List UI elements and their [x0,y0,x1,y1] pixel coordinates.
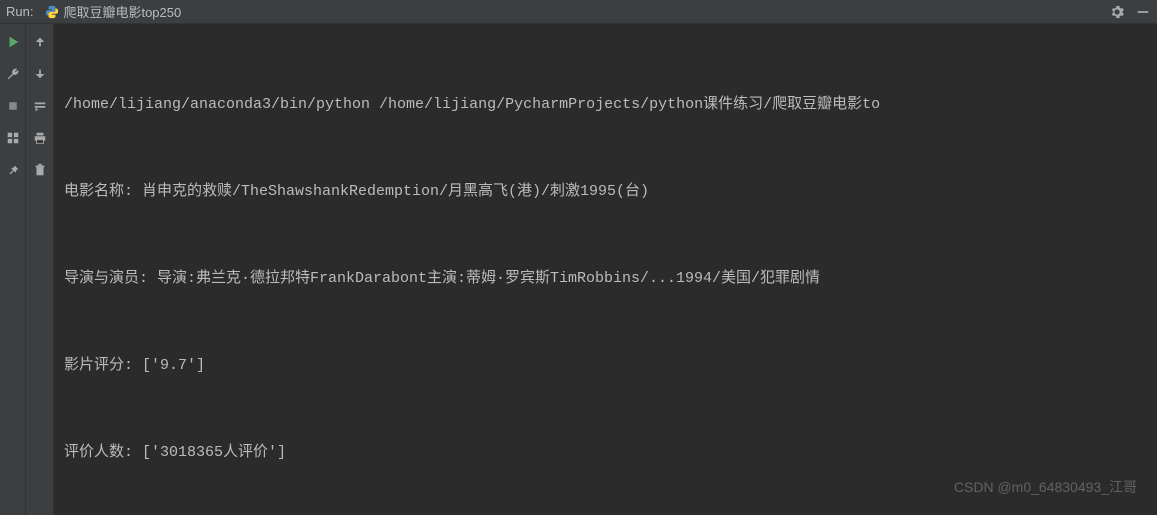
console-line: 影片评分: ['9.7'] [64,351,1147,380]
main-area: /home/lijiang/anaconda3/bin/python /home… [0,24,1157,515]
overflow-icon[interactable] [32,98,48,114]
console-line: 电影名称: 肖申克的救赎/TheShawshankRedemption/月黑高飞… [64,177,1147,206]
left-toolbar-primary [0,24,26,515]
stop-icon[interactable] [5,98,21,114]
print-icon[interactable] [32,130,48,146]
console-line: 导演与演员: 导演:弗兰克·德拉邦特FrankDarabont主演:蒂姆·罗宾斯… [64,264,1147,293]
up-arrow-icon[interactable] [32,34,48,50]
left-toolbar-secondary [26,24,54,515]
console-line: /home/lijiang/anaconda3/bin/python /home… [64,90,1147,119]
run-tool-window-header: Run: 爬取豆瓣电影top250 [0,0,1157,24]
play-icon[interactable] [5,34,21,50]
run-label: Run: [6,4,39,19]
layout-icon[interactable] [5,130,21,146]
wrench-icon[interactable] [5,66,21,82]
down-arrow-icon[interactable] [32,66,48,82]
console-line: 评价人数: ['3018365人评价'] [64,438,1147,467]
tab-label: 爬取豆瓣电影top250 [63,2,181,21]
pin-icon[interactable] [5,162,21,178]
minimize-icon[interactable] [1135,4,1151,20]
header-left: Run: 爬取豆瓣电影top250 [6,2,181,21]
console-output[interactable]: /home/lijiang/anaconda3/bin/python /home… [54,24,1157,515]
trash-icon[interactable] [32,162,48,178]
gear-icon[interactable] [1109,4,1125,20]
python-icon [45,5,59,19]
run-tab[interactable]: 爬取豆瓣电影top250 [45,2,181,21]
header-right [1109,4,1151,20]
